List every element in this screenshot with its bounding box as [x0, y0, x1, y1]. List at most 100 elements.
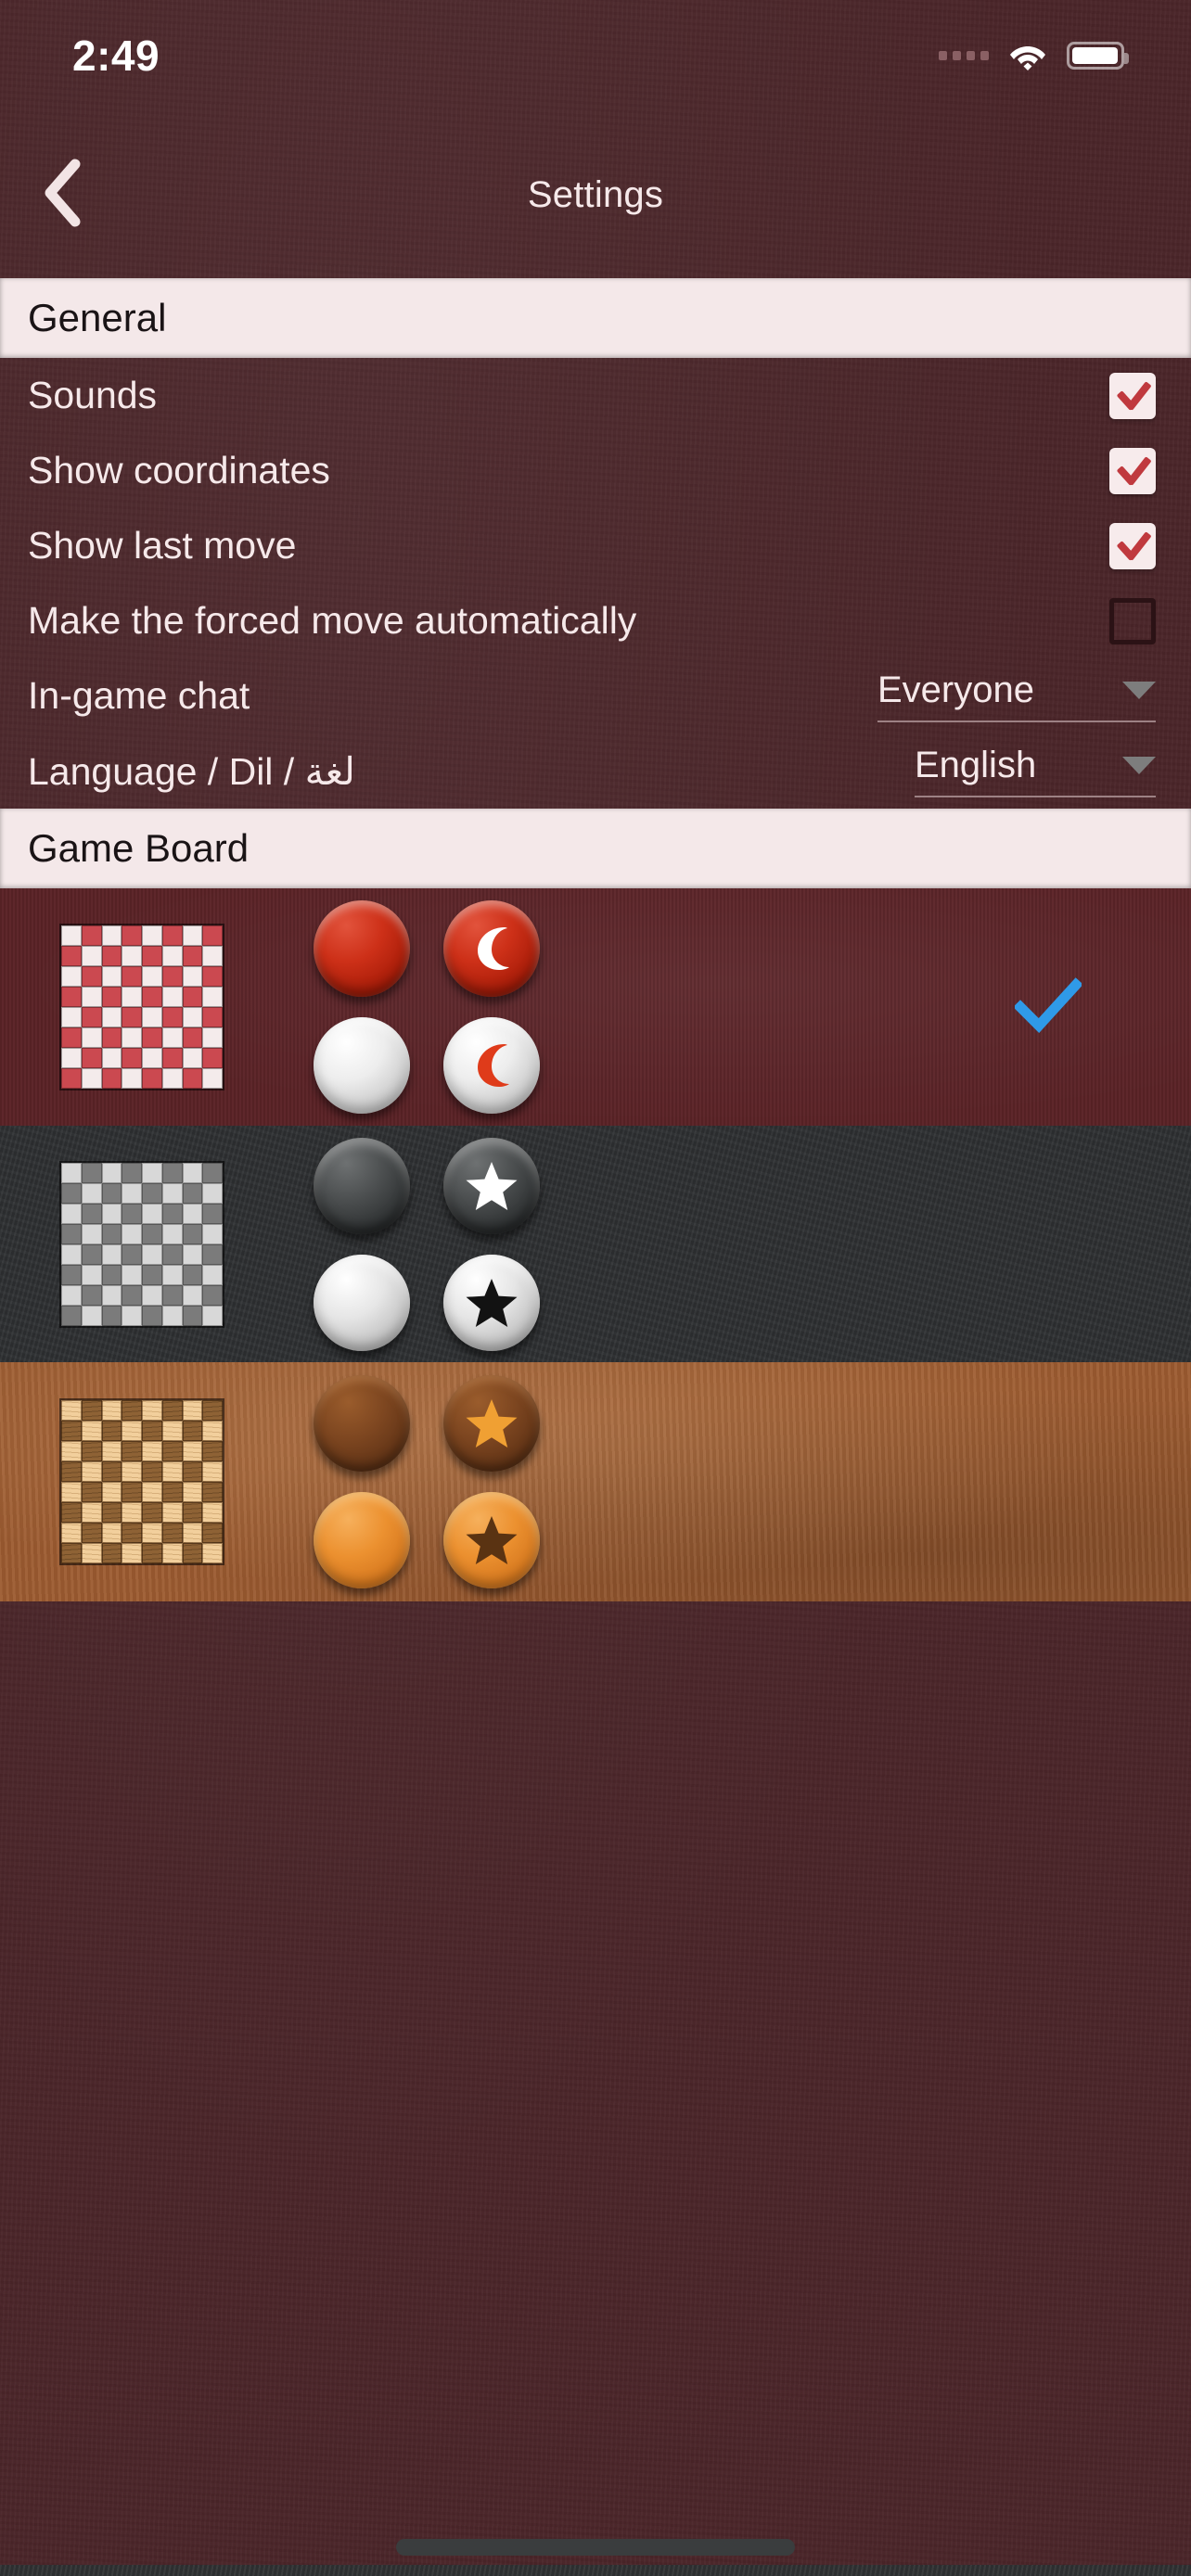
board-square [202, 1400, 223, 1421]
general-settings-list: Sounds Show coordinates Show last move M… [0, 358, 1191, 809]
board-square [182, 946, 203, 966]
board-square [142, 1182, 162, 1204]
board-square [122, 1461, 142, 1482]
star-icon [443, 1492, 540, 1588]
board-square [101, 1502, 122, 1523]
dark-wood-king-piece [443, 1375, 540, 1472]
board-square [61, 1461, 82, 1482]
red-piece [314, 900, 410, 997]
board-square [61, 1441, 82, 1461]
section-title-general: General [28, 296, 167, 339]
board-square [122, 1182, 142, 1204]
checkbox-show-last-move[interactable] [1109, 522, 1156, 569]
board-square [161, 1441, 183, 1461]
row-label-show-last-move: Show last move [28, 524, 297, 567]
board-square [81, 1543, 102, 1563]
board-square [101, 966, 122, 987]
board-square [61, 925, 82, 946]
board-square [182, 1523, 203, 1543]
row-language[interactable]: Language / Dil / لغة English [0, 733, 1191, 809]
board-square [122, 1048, 142, 1068]
board-square [101, 1243, 122, 1265]
board-square [161, 1482, 183, 1502]
board-theme-option-wood[interactable] [0, 1362, 1191, 1601]
row-label-language: Language / Dil / لغة [28, 749, 355, 793]
board-square [81, 966, 102, 987]
board-square [182, 1068, 203, 1089]
light-wood-king-piece [443, 1492, 540, 1588]
board-square [81, 946, 102, 966]
dropdown-in-game-chat[interactable]: Everyone [877, 670, 1156, 722]
selected-indicator-red [1013, 976, 1083, 1038]
board-square [161, 1182, 183, 1204]
board-square [182, 1027, 203, 1048]
board-square [61, 1027, 82, 1048]
board-square [61, 1162, 82, 1183]
board-square [161, 1461, 183, 1482]
board-square [61, 1068, 82, 1089]
board-square [122, 966, 142, 987]
page-title: Settings [527, 173, 664, 215]
checkbox-show-coordinates[interactable] [1109, 447, 1156, 494]
cellular-dots-icon [939, 51, 989, 60]
board-square [161, 1284, 183, 1306]
board-square [101, 987, 122, 1007]
back-button[interactable] [17, 148, 109, 241]
row-forced-move[interactable]: Make the forced move automatically [0, 583, 1191, 658]
row-in-game-chat[interactable]: In-game chat Everyone [0, 658, 1191, 733]
board-square [202, 987, 223, 1007]
board-square [142, 1543, 162, 1563]
board-square [182, 1162, 203, 1183]
dropdown-language[interactable]: English [915, 745, 1156, 797]
home-indicator[interactable] [396, 2539, 795, 2556]
board-square [202, 1482, 223, 1502]
board-theme-option-grey[interactable] [0, 1126, 1191, 1362]
board-square [142, 1223, 162, 1244]
board-square [61, 1502, 82, 1523]
dark-wood-piece [314, 1375, 410, 1472]
row-show-last-move[interactable]: Show last move [0, 508, 1191, 583]
board-square [101, 1523, 122, 1543]
board-square [142, 1482, 162, 1502]
board-square [81, 1523, 102, 1543]
board-square [81, 1068, 102, 1089]
chevron-left-icon [42, 159, 84, 232]
board-square [122, 1068, 142, 1089]
board-square [182, 925, 203, 946]
board-square [101, 1203, 122, 1224]
board-square [161, 925, 183, 946]
board-square [161, 1048, 183, 1068]
checkbox-sounds[interactable] [1109, 372, 1156, 419]
board-square [142, 925, 162, 946]
board-square [101, 925, 122, 946]
board-square [202, 1264, 223, 1285]
board-square [182, 1284, 203, 1306]
board-square [182, 1543, 203, 1563]
board-square [101, 946, 122, 966]
board-square [61, 1264, 82, 1285]
board-theme-option-red[interactable] [0, 888, 1191, 1126]
board-square [122, 1007, 142, 1027]
board-square [202, 1461, 223, 1482]
row-label-sounds: Sounds [28, 374, 158, 416]
checkbox-forced-move[interactable] [1109, 597, 1156, 644]
board-square [202, 1284, 223, 1306]
board-square [161, 1305, 183, 1326]
board-square [142, 1243, 162, 1265]
status-bar: 2:49 [0, 0, 1191, 111]
board-square [101, 1223, 122, 1244]
board-square [142, 1048, 162, 1068]
board-square [142, 1461, 162, 1482]
board-preview-wood [59, 1398, 224, 1565]
board-square [101, 1305, 122, 1326]
board-square [61, 1243, 82, 1265]
board-square [202, 1502, 223, 1523]
row-show-coordinates[interactable]: Show coordinates [0, 433, 1191, 508]
board-square [202, 1305, 223, 1326]
battery-icon [1067, 42, 1129, 70]
dark-metal-piece [314, 1137, 410, 1234]
row-sounds[interactable]: Sounds [0, 358, 1191, 433]
board-square [81, 1441, 102, 1461]
board-square [81, 1162, 102, 1183]
board-square [182, 1461, 203, 1482]
